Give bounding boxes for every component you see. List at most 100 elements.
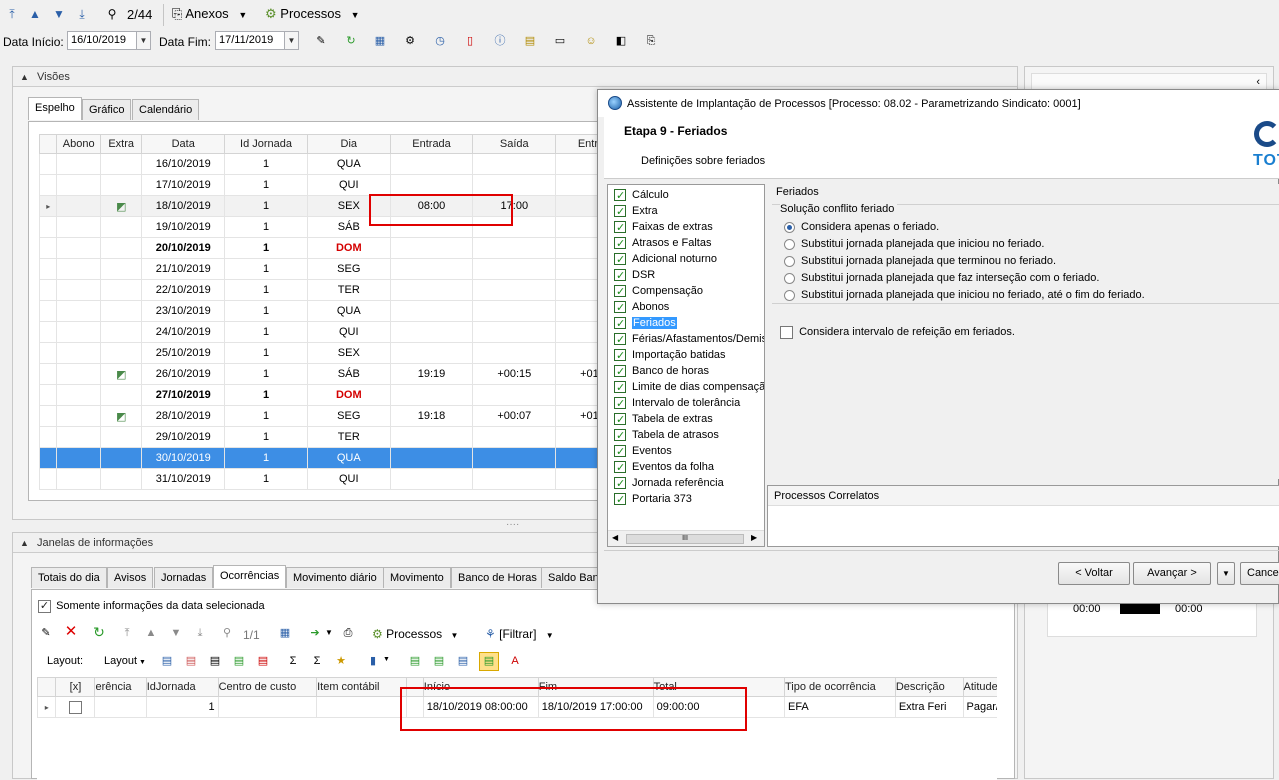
checked-icon[interactable] <box>614 284 626 300</box>
tab-grafico[interactable]: Gráfico <box>82 99 132 120</box>
layout-load-icon[interactable]: ▤ <box>183 653 199 669</box>
tab-espelho[interactable]: Espelho <box>28 97 82 120</box>
somente-data-checkbox[interactable] <box>38 600 51 613</box>
table-row[interactable]: 29/10/2019 1 TER <box>39 426 609 448</box>
interval-checkbox[interactable] <box>780 326 793 339</box>
col-select[interactable]: [x] <box>55 677 96 697</box>
radio-option[interactable]: Substitui jornada planejada que terminou… <box>784 253 1145 270</box>
chevron-down-icon[interactable]: ▼ <box>383 656 390 663</box>
checked-icon[interactable] <box>614 428 626 444</box>
tree-item[interactable]: DSR <box>608 267 764 284</box>
col-item-contabil[interactable]: Item contábil <box>316 677 408 697</box>
table-row[interactable]: ◩26/10/20191SÁB19:19+00:15+01:16 <box>39 363 609 385</box>
tree-item[interactable]: Eventos <box>608 443 764 460</box>
tree-item[interactable]: Portaria 373 <box>608 491 764 508</box>
eraser-icon[interactable]: ◧ <box>613 33 629 49</box>
edit-icon[interactable]: ✎ <box>313 33 329 49</box>
document-alert-icon[interactable]: ▯ <box>462 33 478 49</box>
previous-record-icon[interactable]: ▲ <box>26 5 44 23</box>
tab-calendario[interactable]: Calendário <box>132 99 200 120</box>
radio-option[interactable]: Substitui jornada planejada que iniciou … <box>784 236 1145 253</box>
col-entrada[interactable]: Entrada <box>389 134 474 154</box>
cancel-button[interactable]: Cance <box>1240 562 1279 585</box>
splitter-handle[interactable]: ···· <box>506 519 519 530</box>
layout-edit-icon[interactable]: ▤ <box>207 653 223 669</box>
col-abono[interactable]: Abono <box>56 134 101 154</box>
tab-movimento-diario[interactable]: Movimento diário <box>286 567 384 588</box>
checked-icon[interactable] <box>614 444 626 460</box>
radio-option[interactable]: Substitui jornada planejada que faz inte… <box>784 270 1145 287</box>
extra-indicator-icon[interactable]: ◩ <box>116 411 126 423</box>
tree-item[interactable]: Importação batidas <box>608 347 764 364</box>
checked-icon[interactable] <box>614 220 626 236</box>
tab-jornadas[interactable]: Jornadas <box>154 567 214 588</box>
next-record-icon[interactable]: ▼ <box>168 625 184 641</box>
data-inicio-field[interactable]: 16/10/2019 <box>67 31 137 50</box>
info-icon[interactable]: ⓘ <box>492 33 508 49</box>
more-options-button[interactable]: ▼ <box>1217 562 1235 585</box>
settings-icon[interactable]: ⚙ <box>402 33 418 49</box>
tree-item[interactable]: Jornada referência <box>608 475 764 492</box>
checked-icon[interactable] <box>614 204 626 220</box>
tree-item[interactable]: Feriados <box>608 315 764 332</box>
binoculars-icon[interactable]: ⚲ <box>103 5 121 23</box>
radio-button[interactable] <box>784 272 795 284</box>
dialog-titlebar[interactable]: Assistente de Implantação de Processos [… <box>598 90 1279 117</box>
tab-avisos[interactable]: Avisos <box>107 567 154 588</box>
checked-icon[interactable] <box>614 268 626 284</box>
next-record-icon[interactable]: ▼ <box>50 5 68 23</box>
col-saida[interactable]: Saída <box>472 134 557 154</box>
chevron-left-icon[interactable]: ‹ <box>1256 76 1260 88</box>
delete-icon[interactable]: ✕ <box>63 624 79 640</box>
sigma-icon[interactable]: Σ <box>285 653 301 669</box>
refresh-icon[interactable]: ↻ <box>343 33 359 49</box>
col-extra[interactable]: Extra <box>99 134 143 154</box>
extra-indicator-icon[interactable]: ◩ <box>116 369 126 381</box>
collapse-icon[interactable]: ▲ <box>20 533 29 553</box>
tree-item[interactable]: Adicional noturno <box>608 251 764 268</box>
avancar-button[interactable]: Avançar > <box>1133 562 1211 585</box>
checked-icon[interactable] <box>614 236 626 252</box>
col-atitude[interactable]: Atitude <box>962 677 997 697</box>
voltar-button[interactable]: < Voltar <box>1058 562 1130 585</box>
col-dia[interactable]: Dia <box>306 134 391 154</box>
scroll-right-icon[interactable]: ▶ <box>751 533 757 542</box>
checked-icon[interactable] <box>614 300 626 316</box>
checked-icon[interactable] <box>614 188 626 204</box>
processos-button[interactable]: ⚙ Processos ▼ <box>265 6 360 22</box>
tab-totais-do-dia[interactable]: Totais do dia <box>31 567 107 588</box>
tree-item[interactable]: Faixas de extras <box>608 219 764 236</box>
edit-icon[interactable]: ✎ <box>38 625 54 641</box>
chevron-down-icon[interactable]: ▼ <box>325 628 333 637</box>
table-row[interactable]: 23/10/2019 1 QUA <box>39 300 609 322</box>
grid-view-4-icon[interactable]: ▤ <box>479 652 499 671</box>
checked-icon[interactable] <box>614 332 626 348</box>
grid-view-2-icon[interactable]: ▤ <box>431 653 447 669</box>
checked-icon[interactable] <box>614 380 626 396</box>
table-row[interactable]: 19/10/2019 1 SÁB <box>39 216 609 238</box>
star-icon[interactable]: ★ <box>333 653 349 669</box>
radio-option[interactable]: Substitui jornada planejada que iniciou … <box>784 287 1145 304</box>
tree-item[interactable]: Tabela de atrasos <box>608 427 764 444</box>
visoes-header[interactable]: ▲ Visões <box>13 67 1017 87</box>
col-data[interactable]: Data <box>141 134 226 154</box>
checked-icon[interactable] <box>614 396 626 412</box>
tree-item[interactable]: Extra <box>608 203 764 220</box>
collapse-icon[interactable]: ▲ <box>20 67 29 87</box>
table-row[interactable]: 30/10/2019 1 QUA <box>39 447 609 469</box>
chart-icon[interactable]: ▮ <box>365 653 381 669</box>
table-row[interactable]: 21/10/2019 1 SEG <box>39 258 609 280</box>
data-inicio-dropdown[interactable]: ▼ <box>137 31 151 50</box>
col-referencia[interactable]: erência <box>94 677 147 697</box>
radio-button[interactable] <box>784 255 795 267</box>
table-row[interactable]: ◩28/10/20191SEG19:18+00:07+01:08 <box>39 405 609 427</box>
tree-item[interactable]: Compensação <box>608 283 764 300</box>
sum-icon[interactable]: Σ <box>309 653 325 669</box>
calendar-icon[interactable]: ▦ <box>372 33 388 49</box>
data-fim-field[interactable]: 17/11/2019 <box>215 31 285 50</box>
grid-icon[interactable]: ▦ <box>277 625 293 641</box>
checked-icon[interactable] <box>614 252 626 268</box>
col-descricao[interactable]: Descrição <box>894 677 964 697</box>
tree-item[interactable]: Eventos da folha <box>608 459 764 476</box>
attachment-icon[interactable]: ⎘ <box>643 33 659 49</box>
